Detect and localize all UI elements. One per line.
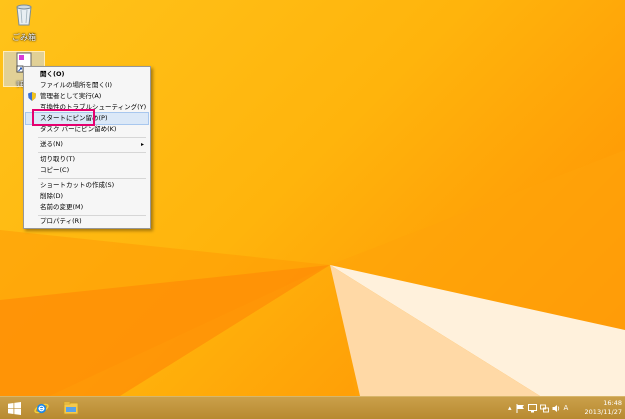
menu-item-copy[interactable]: コピー(C) xyxy=(26,165,148,176)
context-menu: 開く(O) ファイルの場所を開く(I) 管理者として実行(A) 互換性のトラブル… xyxy=(23,66,151,229)
menu-item-create-shortcut[interactable]: ショートカットの作成(S) xyxy=(26,180,148,191)
submenu-arrow-icon: ▸ xyxy=(140,141,144,148)
speaker-icon[interactable] xyxy=(552,404,561,413)
menu-item-label: 管理者として実行(A) xyxy=(40,92,102,100)
menu-separator xyxy=(38,152,146,153)
flag-icon[interactable] xyxy=(516,403,525,413)
ime-indicator[interactable]: A xyxy=(564,404,569,412)
menu-item-label: 名前の変更(M) xyxy=(40,203,84,211)
notification-area: ▴ A xyxy=(508,397,572,419)
internet-explorer-icon xyxy=(33,403,49,413)
menu-item-label: ファイルの場所を開く(I) xyxy=(40,81,112,89)
taskbar-clock[interactable]: 16:48 2013/11/27 xyxy=(585,399,622,417)
shield-icon xyxy=(28,92,36,101)
menu-item-label: 開く(O) xyxy=(40,70,65,78)
menu-item-label: プロパティ(R) xyxy=(40,217,82,225)
recycle-bin-label: ごみ箱 xyxy=(12,33,36,42)
taskbar-internet-explorer[interactable] xyxy=(30,399,52,417)
menu-item-properties[interactable]: プロパティ(R) xyxy=(26,216,148,227)
menu-item-label: 削除(D) xyxy=(40,192,64,200)
menu-item-label: 切り取り(T) xyxy=(40,155,76,163)
menu-item-delete[interactable]: 削除(D) xyxy=(26,191,148,202)
recycle-bin-desktop-icon[interactable]: ごみ箱 xyxy=(4,3,44,43)
network-icon[interactable] xyxy=(539,404,549,413)
taskbar: ▴ A 16:48 2013/11/27 xyxy=(0,396,625,419)
desktop-background: ごみ箱 ﾘﾓｯﾌ 開く(O) ファイルの場所を開く(I) 管理者として実行(A)… xyxy=(0,0,625,419)
menu-item-label: ショートカットの作成(S) xyxy=(40,181,115,189)
menu-item-open-file-location[interactable]: ファイルの場所を開く(I) xyxy=(26,80,148,91)
menu-item-rename[interactable]: 名前の変更(M) xyxy=(26,202,148,213)
folder-icon xyxy=(63,401,79,415)
menu-item-label: 送る(N) xyxy=(40,140,63,148)
windows-logo-icon xyxy=(7,401,21,415)
annotation-highlight-box xyxy=(32,109,95,126)
start-button[interactable] xyxy=(3,399,25,417)
recycle-bin-icon xyxy=(16,4,32,26)
menu-item-run-as-admin[interactable]: 管理者として実行(A) xyxy=(26,91,148,102)
menu-item-label: タスク バーにピン留め(K) xyxy=(40,125,117,133)
computer-icon[interactable] xyxy=(527,403,537,413)
clock-date: 2013/11/27 xyxy=(584,408,622,416)
menu-item-label: コピー(C) xyxy=(40,166,70,174)
menu-item-open[interactable]: 開く(O) xyxy=(26,69,148,80)
menu-separator xyxy=(38,178,146,179)
menu-item-send-to[interactable]: 送る(N) ▸ xyxy=(26,139,148,150)
show-hidden-icons-arrow[interactable]: ▴ xyxy=(508,404,512,412)
menu-item-cut[interactable]: 切り取り(T) xyxy=(26,154,148,165)
clock-time: 16:48 xyxy=(603,399,622,407)
taskbar-file-explorer[interactable] xyxy=(60,399,82,417)
menu-separator xyxy=(38,137,146,138)
